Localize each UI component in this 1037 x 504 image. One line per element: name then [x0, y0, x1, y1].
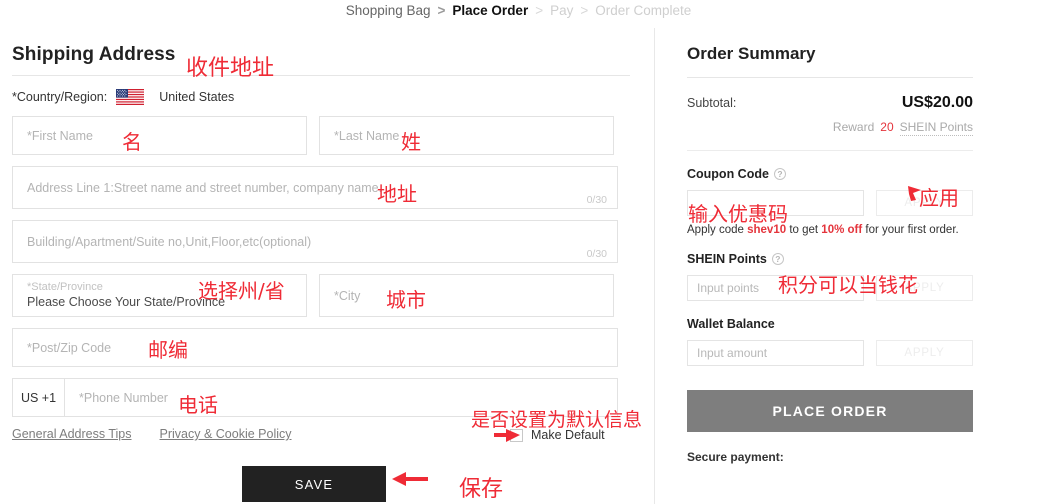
breadcrumb-step-order-complete: Order Complete [595, 3, 691, 18]
reward-points-value: 20 [880, 120, 893, 134]
coupon-hint-mid: to get [786, 224, 821, 236]
annotation-apply: 应用 [919, 182, 959, 211]
state-city-row: *State/Province Please Choose Your State… [12, 274, 630, 317]
annotation-arrow-make-default [494, 428, 522, 444]
phone-country-code[interactable]: US +1 [13, 379, 65, 416]
shein-points-label: SHEIN Points [687, 252, 767, 266]
title-divider [12, 75, 630, 76]
country-region-value: United States [159, 90, 234, 104]
annotation-arrow-apply [908, 186, 924, 202]
annotation-state: 选择州/省 [198, 275, 285, 304]
zip-code-placeholder: *Post/Zip Code [27, 341, 111, 355]
address-line1-placeholder: Address Line 1:Street name and street nu… [27, 181, 382, 195]
country-region-row[interactable]: *Country/Region: [12, 89, 630, 105]
wallet-balance-label: Wallet Balance [687, 317, 775, 331]
address-line1-counter: 0/30 [587, 194, 607, 206]
order-summary-title: Order Summary [687, 44, 973, 64]
checkout-page: Shopping Bag > Place Order > Pay > Order… [0, 0, 1037, 504]
annotation-arrow-save [392, 470, 432, 490]
column-divider [654, 28, 655, 504]
breadcrumb: Shopping Bag > Place Order > Pay > Order… [0, 3, 1037, 18]
annotation-save: 保存 [459, 471, 503, 503]
address-line2-counter: 0/30 [587, 248, 607, 260]
wallet-balance-row: Input amount APPLY [687, 340, 973, 366]
breadcrumb-step-shopping-bag[interactable]: Shopping Bag [346, 3, 431, 18]
address-line2-field[interactable]: Building/Apartment/Suite no,Unit,Floor,e… [12, 220, 618, 263]
annotation-phone: 电话 [178, 389, 218, 418]
zip-row: *Post/Zip Code [12, 328, 630, 367]
state-province-value: Please Choose Your State/Province [27, 295, 225, 311]
page-title: Shipping Address [12, 44, 175, 66]
last-name-field[interactable]: *Last Name [319, 116, 614, 155]
privacy-cookie-policy-link[interactable]: Privacy & Cookie Policy [160, 427, 292, 441]
summary-divider [687, 77, 973, 78]
annotation-address: 地址 [377, 178, 417, 207]
coupon-hint-discount: 10% off [821, 224, 862, 236]
wallet-apply-button[interactable]: APPLY [876, 340, 973, 366]
section-header: Shipping Address [12, 44, 630, 66]
annotation-last-name: 姓 [401, 126, 421, 155]
zip-code-field[interactable]: *Post/Zip Code [12, 328, 618, 367]
breadcrumb-step-place-order[interactable]: Place Order [452, 3, 528, 18]
annotation-points: 积分可以当钱花 [778, 269, 918, 298]
coupon-code-label-row: Coupon Code ? [687, 167, 973, 181]
wallet-balance-input[interactable]: Input amount [687, 340, 864, 366]
wallet-balance-placeholder: Input amount [697, 346, 767, 360]
address-line2-placeholder: Building/Apartment/Suite no,Unit,Floor,e… [27, 235, 311, 249]
last-name-placeholder: *Last Name [334, 129, 399, 143]
coupon-hint-post: for your first order. [862, 224, 959, 236]
first-name-placeholder: *First Name [27, 129, 93, 143]
city-placeholder: *City [334, 289, 360, 303]
coupon-code-label: Coupon Code [687, 167, 769, 181]
question-mark-icon[interactable]: ? [774, 168, 786, 180]
order-summary-section: Order Summary Subtotal: US$20.00 Reward … [687, 44, 973, 464]
shein-points-label-row: SHEIN Points ? [687, 252, 973, 266]
annotation-zip: 邮编 [148, 334, 188, 363]
breadcrumb-step-pay: Pay [550, 3, 573, 18]
annotation-city: 城市 [386, 284, 426, 313]
secure-payment-label: Secure payment: [687, 450, 973, 464]
annotation-coupon-input: 输入优惠码 [688, 198, 788, 227]
address-line1-row: Address Line 1:Street name and street nu… [12, 166, 630, 209]
name-row: *First Name *Last Name [12, 116, 630, 155]
place-order-button[interactable]: PLACE ORDER [687, 390, 973, 432]
us-flag-icon [116, 89, 144, 105]
shipping-address-section: Shipping Address *Country/Region: [12, 44, 630, 441]
breadcrumb-separator: > [438, 3, 446, 18]
subtotal-value: US$20.00 [902, 94, 973, 112]
reward-points-label[interactable]: SHEIN Points [900, 120, 973, 136]
general-address-tips-link[interactable]: General Address Tips [12, 427, 132, 441]
summary-divider-2 [687, 150, 973, 151]
annotation-first-name: 名 [122, 126, 142, 155]
subtotal-row: Subtotal: US$20.00 [687, 94, 973, 112]
phone-number-placeholder: *Phone Number [79, 391, 168, 405]
annotation-shipping-address: 收件地址 [186, 50, 274, 82]
first-name-field[interactable]: *First Name [12, 116, 307, 155]
country-region-label: *Country/Region: [12, 90, 107, 104]
breadcrumb-separator: > [580, 3, 588, 18]
address-line1-field[interactable]: Address Line 1:Street name and street nu… [12, 166, 618, 209]
breadcrumb-separator: > [535, 3, 543, 18]
shein-points-placeholder: Input points [697, 281, 759, 295]
subtotal-label: Subtotal: [687, 96, 736, 110]
reward-prefix: Reward [833, 120, 874, 134]
state-province-label: *State/Province [27, 281, 225, 295]
question-mark-icon[interactable]: ? [772, 253, 784, 265]
city-field[interactable]: *City [319, 274, 614, 317]
address-line2-row: Building/Apartment/Suite no,Unit,Floor,e… [12, 220, 630, 263]
save-button[interactable]: SAVE [242, 466, 386, 502]
reward-points-row: Reward 20 SHEIN Points [687, 120, 973, 136]
wallet-balance-label-row: Wallet Balance [687, 317, 973, 331]
